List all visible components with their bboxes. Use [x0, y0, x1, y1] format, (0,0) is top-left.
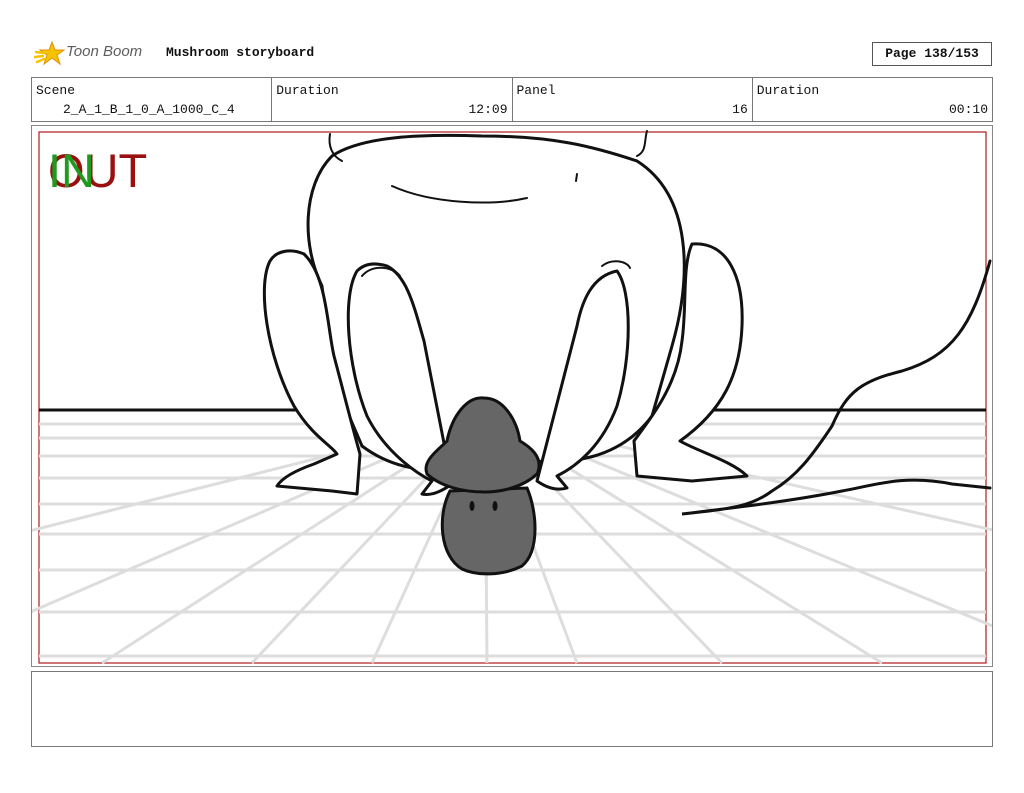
scene-value: 2_A_1_B_1_0_A_1000_C_4 — [63, 102, 235, 117]
panel-label: Panel — [516, 83, 556, 98]
info-table: Scene 2_A_1_B_1_0_A_1000_C_4 Duration 12… — [31, 77, 993, 122]
logo-wordmark: Toon Boom — [66, 43, 143, 60]
panel-value: 16 — [732, 102, 748, 117]
scene-duration-cell: Duration 12:09 — [272, 78, 513, 121]
in-marker: IN — [48, 144, 95, 197]
panel-duration-label: Duration — [756, 83, 820, 98]
panel-sketch — [32, 130, 992, 665]
storyboard-panel: OUT IN — [31, 125, 993, 667]
scene-cell: Scene 2_A_1_B_1_0_A_1000_C_4 — [32, 78, 273, 121]
toon-boom-logo: Toon Boom — [33, 38, 164, 70]
panel-cell: Panel 16 — [513, 78, 753, 121]
logo-star-icon — [33, 40, 66, 66]
document-title: Mushroom storyboard — [166, 45, 315, 60]
panel-duration-value: 00:10 — [948, 102, 988, 117]
page-indicator: Page 138/153 — [872, 42, 992, 66]
panel-notes[interactable] — [31, 671, 993, 747]
scene-duration-label: Duration — [276, 83, 339, 98]
in-out-marker: OUT IN — [48, 146, 168, 196]
panel-duration-cell: Duration 00:10 — [753, 78, 992, 121]
scene-duration-value: 12:09 — [468, 102, 508, 117]
scene-label: Scene — [36, 83, 76, 98]
